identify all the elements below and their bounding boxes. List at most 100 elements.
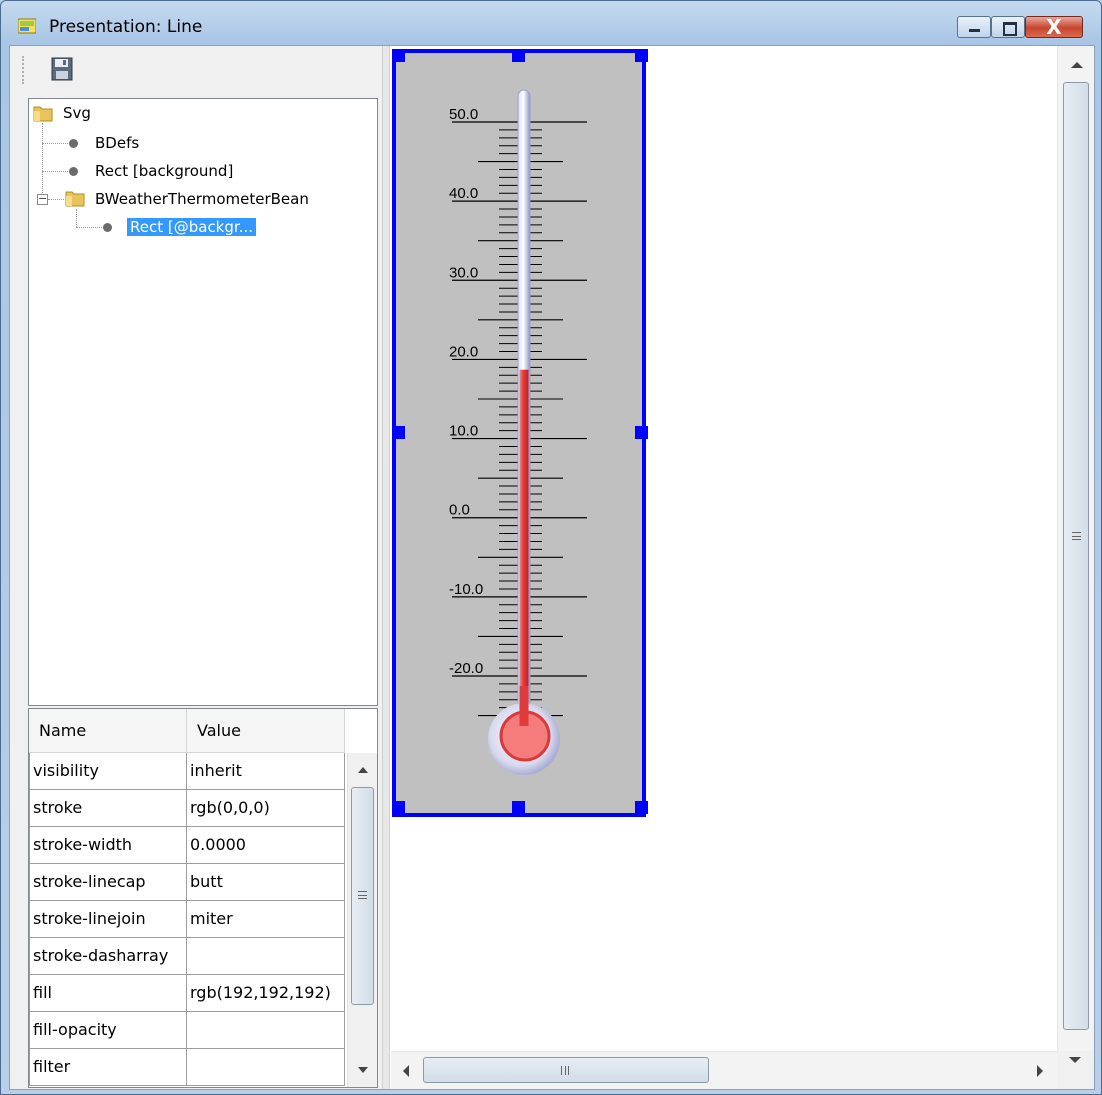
property-value[interactable]: 0.0000 xyxy=(187,827,345,863)
scroll-up-icon[interactable] xyxy=(358,767,368,773)
scale-label: 40.0 xyxy=(449,185,478,202)
column-header-name[interactable]: Name xyxy=(29,709,187,753)
minimize-button[interactable] xyxy=(957,16,991,38)
window-title: Presentation: Line xyxy=(49,17,203,37)
property-name: stroke-linejoin xyxy=(29,901,187,937)
property-row[interactable]: fill rgb(192,192,192) xyxy=(29,975,345,1012)
tree-node-label: Svg xyxy=(63,104,91,122)
application-window: Presentation: Line X Svg BDefs Rect [bac… xyxy=(0,0,1102,1095)
selection-handle xyxy=(392,49,405,62)
scale-label: 30.0 xyxy=(449,264,478,281)
canvas-horizontal-scrollbar[interactable] xyxy=(391,1051,1057,1089)
tree-connector xyxy=(76,209,77,227)
selection-handle xyxy=(635,49,648,62)
title-bar[interactable]: Presentation: Line X xyxy=(1,1,1101,45)
property-name: stroke-dasharray xyxy=(29,938,187,974)
scrollbar-thumb[interactable] xyxy=(1063,82,1089,1030)
save-button[interactable] xyxy=(47,54,77,84)
property-row[interactable]: stroke-linejoin miter xyxy=(29,901,345,938)
grip-icon xyxy=(561,1066,569,1075)
bullet-icon xyxy=(69,139,78,148)
property-row[interactable]: stroke-linecap butt xyxy=(29,864,345,901)
thermometer[interactable]: 50.0 40.0 30.0 20.0 10.0 0.0 -10.0 -20.0 xyxy=(392,49,648,817)
tree-node-rect-background[interactable]: Rect [background] xyxy=(95,159,233,183)
tree-node-label: Rect [background] xyxy=(95,162,234,180)
property-grid: Name Value visibility inherit stroke rgb(0,… xyxy=(28,708,378,1088)
property-grid-scrollbar[interactable] xyxy=(347,753,377,1087)
scale-label: 20.0 xyxy=(449,343,478,360)
tree-connector xyxy=(42,143,70,144)
property-name: stroke-linecap xyxy=(29,864,187,900)
scroll-down-icon[interactable] xyxy=(358,1067,368,1073)
scroll-left-icon[interactable] xyxy=(403,1065,409,1077)
client-area: Svg BDefs Rect [background] − BWeatherTh… xyxy=(9,45,1095,1090)
grip-icon xyxy=(1072,532,1081,540)
tree-node-bdefs[interactable]: BDefs xyxy=(95,131,139,155)
mercury-column xyxy=(519,369,529,732)
tree-node-svg[interactable]: Svg xyxy=(63,101,91,125)
tree-connector xyxy=(42,171,70,172)
tree-connector xyxy=(76,227,102,228)
column-header-value[interactable]: Value xyxy=(187,709,345,753)
property-name: filter xyxy=(29,1049,187,1085)
property-row[interactable]: stroke-dasharray xyxy=(29,938,345,975)
property-grid-header: Name Value xyxy=(29,709,345,753)
tree-node-bweather-thermometer-bean[interactable]: BWeatherThermometerBean xyxy=(95,187,309,211)
property-row[interactable]: fill-opacity xyxy=(29,1012,345,1049)
property-name: fill xyxy=(29,975,187,1011)
pane-splitter[interactable] xyxy=(382,46,390,1089)
floppy-disk-icon xyxy=(51,57,73,81)
scroll-down-icon[interactable] xyxy=(1069,1057,1081,1063)
selection-handle xyxy=(635,426,648,439)
tree-connector xyxy=(42,123,43,199)
tree-node-label: BWeatherThermometerBean xyxy=(95,190,309,208)
canvas-pane: 50.0 40.0 30.0 20.0 10.0 0.0 -10.0 -20.0 xyxy=(391,46,1094,1089)
property-value[interactable] xyxy=(187,1049,345,1085)
scroll-right-icon[interactable] xyxy=(1037,1065,1043,1077)
bulb-neck xyxy=(519,686,529,726)
property-row[interactable]: filter xyxy=(29,1049,345,1086)
property-name: fill-opacity xyxy=(29,1012,187,1048)
property-value[interactable]: rgb(0,0,0) xyxy=(187,790,345,826)
property-name: visibility xyxy=(29,753,187,789)
maximize-button[interactable] xyxy=(991,16,1025,38)
folder-icon xyxy=(33,106,53,122)
thermometer-canvas[interactable]: 50.0 40.0 30.0 20.0 10.0 0.0 -10.0 -20.0 xyxy=(391,46,1057,1051)
property-value[interactable]: miter xyxy=(187,901,345,937)
close-icon: X xyxy=(1046,15,1062,39)
toolbar xyxy=(10,46,382,94)
close-button[interactable]: X xyxy=(1025,15,1083,39)
scale-label: 10.0 xyxy=(449,423,478,440)
property-value[interactable]: rgb(192,192,192) xyxy=(187,975,345,1011)
property-value[interactable] xyxy=(187,1012,345,1048)
scrollbar-corner xyxy=(1057,1051,1094,1089)
property-value[interactable] xyxy=(187,938,345,974)
property-row[interactable]: stroke rgb(0,0,0) xyxy=(29,790,345,827)
scale-label: 0.0 xyxy=(449,502,470,519)
selection-handle xyxy=(392,801,405,814)
property-row[interactable]: visibility inherit xyxy=(29,753,345,790)
bullet-icon xyxy=(103,223,112,232)
scale-label: 50.0 xyxy=(449,106,478,123)
folder-icon xyxy=(65,191,85,207)
collapse-icon[interactable]: − xyxy=(37,193,48,205)
canvas-vertical-scrollbar[interactable] xyxy=(1057,46,1094,1051)
property-value[interactable]: butt xyxy=(187,864,345,900)
property-row[interactable]: stroke-width 0.0000 xyxy=(29,827,345,864)
tree-connector xyxy=(48,199,64,200)
app-icon xyxy=(18,18,36,34)
tree-node-rect-selected[interactable]: Rect [@backgr... xyxy=(127,215,256,239)
left-pane: Svg BDefs Rect [background] − BWeatherTh… xyxy=(10,46,382,1089)
toolbar-grip[interactable] xyxy=(22,56,25,84)
element-tree[interactable]: Svg BDefs Rect [background] − BWeatherTh… xyxy=(28,98,378,706)
selection-handle xyxy=(635,801,648,814)
tree-node-label: BDefs xyxy=(95,134,140,152)
property-value[interactable]: inherit xyxy=(187,753,345,789)
property-name: stroke-width xyxy=(29,827,187,863)
selection-handle xyxy=(392,426,405,439)
scale-label: -20.0 xyxy=(449,660,483,677)
property-name: stroke xyxy=(29,790,187,826)
selection-handle xyxy=(512,801,525,814)
scroll-up-icon[interactable] xyxy=(1071,62,1083,68)
scale-label: -10.0 xyxy=(449,581,483,598)
